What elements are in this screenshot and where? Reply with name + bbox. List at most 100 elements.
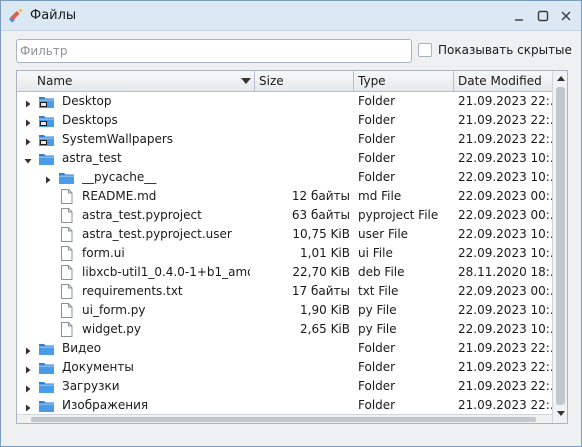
- tree-row[interactable]: ui_form.py 1,90 KiB py File 22.09.2023 10:.…: [17, 301, 552, 320]
- expand-arrow-right-icon[interactable]: [24, 135, 32, 146]
- file-icon: [58, 246, 75, 261]
- file-tree[interactable]: Name Size Type Date Modified Desktop Fold…: [16, 70, 568, 424]
- folder-icon: [38, 398, 55, 413]
- tree-row[interactable]: widget.py 2,65 KiB py File 22.09.2023 10:..…: [17, 320, 552, 339]
- column-header-name[interactable]: Name: [33, 71, 255, 92]
- row-date: 21.09.2023 22:...: [458, 398, 552, 412]
- file-icon: [58, 322, 75, 337]
- tree-row[interactable]: Desktop Folder 21.09.2023 22:...: [17, 92, 552, 111]
- row-date: 22.09.2023 10:...: [458, 151, 552, 165]
- tree-row[interactable]: SystemWallpapers Folder 21.09.2023 22:...: [17, 130, 552, 149]
- show-hidden-checkbox[interactable]: [418, 43, 432, 57]
- row-size: 17 байты: [291, 284, 350, 298]
- row-name: astra_test.pyproject.user: [82, 227, 232, 241]
- app-pencil-icon: [9, 8, 23, 23]
- tree-row[interactable]: form.ui 1,01 KiB ui File 22.09.2023 10:...: [17, 244, 552, 263]
- expand-arrow-right-icon[interactable]: [24, 97, 32, 108]
- row-size: 63 байты: [291, 208, 350, 222]
- file-icon: [58, 303, 75, 318]
- filter-field[interactable]: [16, 39, 412, 63]
- tree-row[interactable]: __pycache__ Folder 22.09.2023 10:...: [17, 168, 552, 187]
- row-type: deb File: [358, 265, 405, 279]
- file-icon: [58, 189, 75, 204]
- row-size: 22,70 KiB: [292, 265, 350, 279]
- column-header-date-label: Date Modified: [458, 74, 542, 88]
- desktop-folder-icon: [38, 113, 55, 128]
- desktop-folder-icon: [38, 94, 55, 109]
- expand-arrow-right-icon[interactable]: [24, 344, 32, 355]
- row-name: widget.py: [82, 322, 142, 336]
- row-size: 10,75 KiB: [292, 227, 350, 241]
- column-header-type[interactable]: Type: [354, 71, 454, 92]
- tree-row[interactable]: astra_test.pyproject 63 байты pyproject Fi…: [17, 206, 552, 225]
- row-type: Folder: [358, 170, 396, 184]
- row-date: 22.09.2023 10:...: [458, 322, 552, 336]
- expand-arrow-right-icon[interactable]: [44, 173, 52, 184]
- row-size: 2,65 KiB: [300, 322, 350, 336]
- horizontal-scrollbar[interactable]: [17, 414, 552, 423]
- tree-row[interactable]: astra_test Folder 22.09.2023 10:...: [17, 149, 552, 168]
- vertical-scrollbar[interactable]: [552, 71, 567, 423]
- row-date: 22.09.2023 00:...: [458, 208, 552, 222]
- show-hidden-label[interactable]: Показывать скрытые: [438, 43, 572, 57]
- maximize-button[interactable]: [534, 7, 552, 25]
- file-icon: [58, 284, 75, 299]
- row-name: __pycache__: [82, 170, 157, 184]
- row-type: Folder: [358, 151, 396, 165]
- tree-row[interactable]: Видео Folder 21.09.2023 22:...: [17, 339, 552, 358]
- tree-row[interactable]: README.md 12 байты md File 22.09.2023 00:..…: [17, 187, 552, 206]
- row-name: README.md: [82, 189, 157, 203]
- column-header-size[interactable]: Size: [255, 71, 354, 92]
- row-name: SystemWallpapers: [62, 132, 174, 146]
- row-type: user File: [358, 227, 409, 241]
- minimize-button[interactable]: [510, 7, 528, 25]
- row-type: Folder: [358, 113, 396, 127]
- tree-row[interactable]: astra_test.pyproject.user 10,75 KiB user F…: [17, 225, 552, 244]
- row-type: pyproject File: [358, 208, 439, 222]
- row-date: 21.09.2023 22:...: [458, 132, 552, 146]
- column-header-size-label: Size: [259, 74, 284, 88]
- row-size: 12 байты: [291, 189, 350, 203]
- tree-row[interactable]: requirements.txt 17 байты txt File 22.09.20…: [17, 282, 552, 301]
- scroll-up-arrow-icon[interactable]: [557, 76, 565, 81]
- sort-descending-icon: [241, 78, 251, 84]
- expand-arrow-right-icon[interactable]: [24, 401, 32, 412]
- expand-arrow-right-icon[interactable]: [24, 382, 32, 393]
- row-date: 21.09.2023 22:...: [458, 94, 552, 108]
- row-date: 21.09.2023 22:...: [458, 113, 552, 127]
- row-type: Folder: [358, 94, 396, 108]
- row-name: libxcb-util1_0.4.0-1+b1_amd...: [82, 265, 250, 279]
- expand-arrow-right-icon[interactable]: [24, 363, 32, 374]
- row-date: 22.09.2023 10:...: [458, 303, 552, 317]
- row-date: 22.09.2023 10:...: [458, 170, 552, 184]
- row-date: 21.09.2023 22:...: [458, 379, 552, 393]
- row-name: requirements.txt: [82, 284, 183, 298]
- desktop-folder-icon: [38, 132, 55, 147]
- row-name: Документы: [62, 360, 134, 374]
- tree-row[interactable]: Desktops Folder 21.09.2023 22:...: [17, 111, 552, 130]
- files-window: Файлы Показывать скрытые Name Size Type …: [0, 0, 582, 447]
- expand-arrow-right-icon[interactable]: [24, 116, 32, 127]
- title-bar[interactable]: Файлы: [1, 1, 581, 31]
- tree-row[interactable]: Документы Folder 21.09.2023 22:...: [17, 358, 552, 377]
- column-header-name-label: Name: [37, 74, 73, 88]
- file-icon: [58, 227, 75, 242]
- column-header-date[interactable]: Date Modified: [454, 71, 552, 92]
- filter-input[interactable]: [20, 42, 408, 60]
- row-name: form.ui: [82, 246, 125, 260]
- tree-row[interactable]: Изображения Folder 21.09.2023 22:...: [17, 396, 552, 415]
- vertical-scroll-thumb[interactable]: [556, 87, 565, 405]
- expand-arrow-down-icon[interactable]: [24, 154, 32, 164]
- tree-row[interactable]: Загрузки Folder 21.09.2023 22:...: [17, 377, 552, 396]
- row-type: Folder: [358, 341, 396, 355]
- row-date: 22.09.2023 00:...: [458, 189, 552, 203]
- close-button[interactable]: [557, 7, 575, 25]
- row-type: Folder: [358, 398, 396, 412]
- horizontal-scroll-thumb[interactable]: [31, 417, 536, 422]
- row-type: py File: [358, 303, 397, 317]
- close-icon: [561, 11, 571, 21]
- tree-row[interactable]: libxcb-util1_0.4.0-1+b1_amd... 22,70 KiB d…: [17, 263, 552, 282]
- scroll-down-arrow-icon[interactable]: [557, 411, 565, 416]
- row-name: Видео: [62, 341, 102, 355]
- row-type: txt File: [358, 284, 399, 298]
